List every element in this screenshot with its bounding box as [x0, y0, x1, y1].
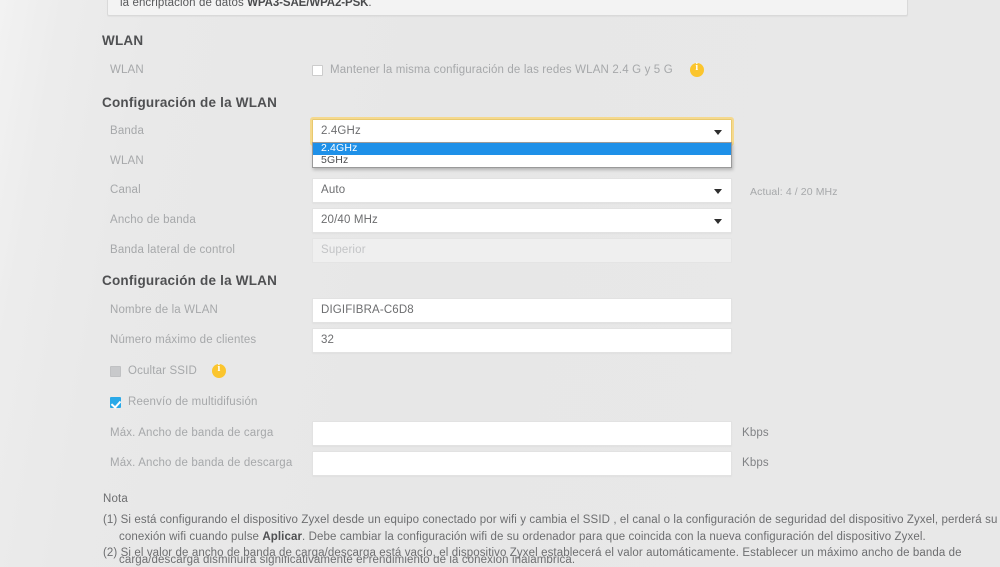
note-line-1b: conexión wifi cuando pulse Aplicar. Debe…: [119, 531, 926, 543]
ancho-de-banda-select-value: 20/40 MHz: [321, 214, 378, 226]
label-nombre-wlan: Nombre de la WLAN: [110, 304, 219, 316]
label-max-clientes: Número máximo de clientes: [110, 334, 257, 346]
ssid-input[interactable]: DIGIFIBRA-C6D8: [312, 298, 732, 323]
max-clients-value: 32: [321, 334, 335, 346]
label-max-upload: Máx. Ancho de banda de carga: [110, 427, 274, 439]
info-icon[interactable]: [689, 62, 704, 77]
keep-same-config-checkbox[interactable]: [312, 64, 323, 76]
canal-select[interactable]: Auto: [312, 178, 732, 203]
hide-ssid-checkbox: [110, 365, 121, 377]
banda-lateral-value: Superior: [321, 244, 366, 256]
chevron-down-icon: [714, 218, 722, 224]
keep-same-config-checkbox-row[interactable]: Mantener la misma configuración de las r…: [312, 62, 704, 77]
label-max-download: Máx. Ancho de banda de descarga: [110, 457, 293, 469]
multicast-forward-label: Reenvío de multidifusión: [128, 396, 258, 408]
label-wlan: WLAN: [110, 64, 144, 76]
chevron-down-icon: [714, 188, 722, 194]
banda-select[interactable]: 2.4GHz: [310, 117, 734, 146]
encryption-note-text: la encriptación de datos WPA3-SAE/WPA2-P…: [120, 0, 372, 9]
max-download-unit: Kbps: [742, 457, 769, 469]
section-heading-wlan-config-2: Configuración de la WLAN: [102, 273, 278, 288]
max-download-input[interactable]: [312, 451, 732, 476]
multicast-forward-checkbox[interactable]: [110, 396, 121, 408]
multicast-forward-checkbox-row[interactable]: Reenvío de multidifusión: [110, 396, 258, 408]
banda-lateral-field: Superior: [312, 238, 732, 263]
banda-option-0[interactable]: 2.4GHz: [313, 143, 731, 155]
label-ancho-de-banda: Ancho de banda: [110, 214, 196, 226]
max-upload-input[interactable]: [312, 421, 732, 446]
banda-select-value: 2.4GHz: [321, 125, 361, 137]
ancho-de-banda-select[interactable]: 20/40 MHz: [312, 208, 732, 233]
max-upload-unit: Kbps: [742, 427, 769, 439]
canal-current-hint: Actual: 4 / 20 MHz: [750, 186, 838, 198]
label-banda: Banda: [110, 125, 145, 137]
hide-ssid-checkbox-row[interactable]: Ocultar SSID: [110, 363, 226, 378]
hide-ssid-label: Ocultar SSID: [128, 365, 197, 377]
note-line-2b: carga/descarga disminuirá significativam…: [119, 556, 576, 566]
info-icon[interactable]: [211, 363, 226, 378]
banda-dropdown-list[interactable]: 2.4GHz 5GHz: [312, 142, 732, 168]
note-line-1a: (1) Si está configurando el dispositivo …: [103, 514, 998, 526]
encryption-note-box: la encriptación de datos WPA3-SAE/WPA2-P…: [107, 0, 908, 16]
chevron-down-icon: [714, 129, 722, 135]
section-heading-wlan-config-1: Configuración de la WLAN: [102, 95, 278, 110]
keep-same-config-label: Mantener la misma configuración de las r…: [330, 64, 673, 76]
canal-select-value: Auto: [321, 184, 346, 196]
max-clients-input[interactable]: 32: [312, 328, 732, 353]
label-canal: Canal: [110, 184, 141, 196]
label-banda-lateral: Banda lateral de control: [110, 244, 236, 256]
wlan-settings-page: la encriptación de datos WPA3-SAE/WPA2-P…: [0, 0, 1000, 567]
ssid-input-value: DIGIFIBRA-C6D8: [321, 304, 414, 316]
label-wlan-enable: WLAN: [110, 155, 144, 167]
notes-title: Nota: [103, 493, 128, 505]
banda-option-1[interactable]: 5GHz: [313, 155, 731, 167]
section-heading-wlan: WLAN: [102, 33, 144, 48]
note-line-2b-clip: carga/descarga disminuirá significativam…: [0, 556, 1000, 567]
